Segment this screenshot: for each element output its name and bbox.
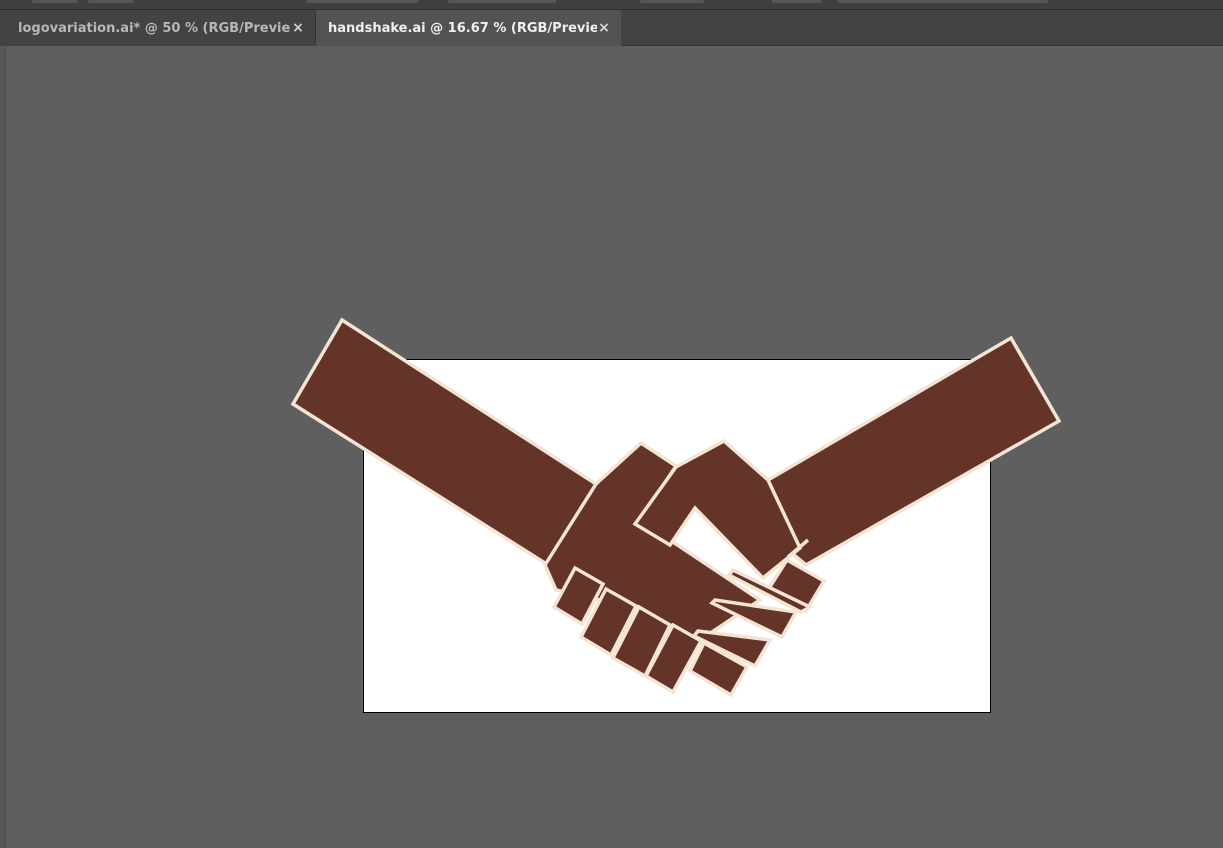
illustrator-window: logovariation.ai* @ 50 % (RGB/Preview) ×… [0, 0, 1223, 848]
close-icon[interactable]: × [291, 21, 305, 35]
tab-handshake[interactable]: handshake.ai @ 16.67 % (RGB/Preview) × [316, 10, 621, 46]
control-widget[interactable] [32, 0, 78, 3]
tools-panel-edge [0, 46, 6, 848]
control-widget[interactable] [306, 0, 418, 3]
tab-label: logovariation.ai* @ 50 % (RGB/Preview) [18, 20, 291, 36]
control-widget[interactable] [640, 0, 704, 3]
control-widget[interactable] [772, 0, 822, 3]
tab-label: handshake.ai @ 16.67 % (RGB/Preview) [328, 20, 597, 36]
control-bar [0, 0, 1223, 10]
close-icon[interactable]: × [597, 21, 611, 35]
tab-logovariation[interactable]: logovariation.ai* @ 50 % (RGB/Preview) × [0, 10, 315, 46]
control-widget[interactable] [838, 0, 1048, 3]
document-tab-bar: logovariation.ai* @ 50 % (RGB/Preview) ×… [0, 10, 1223, 46]
control-widget[interactable] [88, 0, 134, 3]
artboard[interactable] [363, 359, 991, 713]
control-widget[interactable] [448, 0, 556, 3]
